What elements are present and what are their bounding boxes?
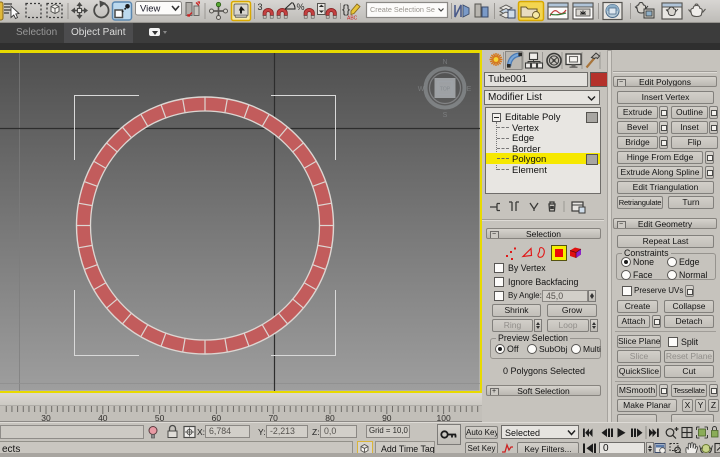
svg-text:S: S bbox=[443, 112, 448, 119]
svg-text:W: W bbox=[418, 86, 425, 93]
svg-text:70: 70 bbox=[268, 413, 278, 422]
svg-text:{}: {} bbox=[342, 2, 350, 16]
svg-text:50: 50 bbox=[155, 413, 165, 422]
svg-text:80: 80 bbox=[325, 413, 335, 422]
svg-text:30: 30 bbox=[41, 413, 51, 422]
svg-text:60: 60 bbox=[212, 413, 222, 422]
svg-text:N: N bbox=[442, 59, 447, 66]
svg-text:TOP: TOP bbox=[440, 87, 451, 93]
svg-text:100: 100 bbox=[437, 413, 451, 422]
svg-text:Create Selection Se: Create Selection Se bbox=[370, 5, 435, 14]
svg-text:ABC: ABC bbox=[347, 16, 358, 22]
svg-text:View: View bbox=[140, 4, 161, 15]
svg-text:90: 90 bbox=[382, 413, 392, 422]
svg-text:%: % bbox=[297, 2, 305, 12]
svg-text:E: E bbox=[467, 86, 472, 93]
svg-text:3: 3 bbox=[258, 2, 263, 12]
svg-text:40: 40 bbox=[98, 413, 108, 422]
